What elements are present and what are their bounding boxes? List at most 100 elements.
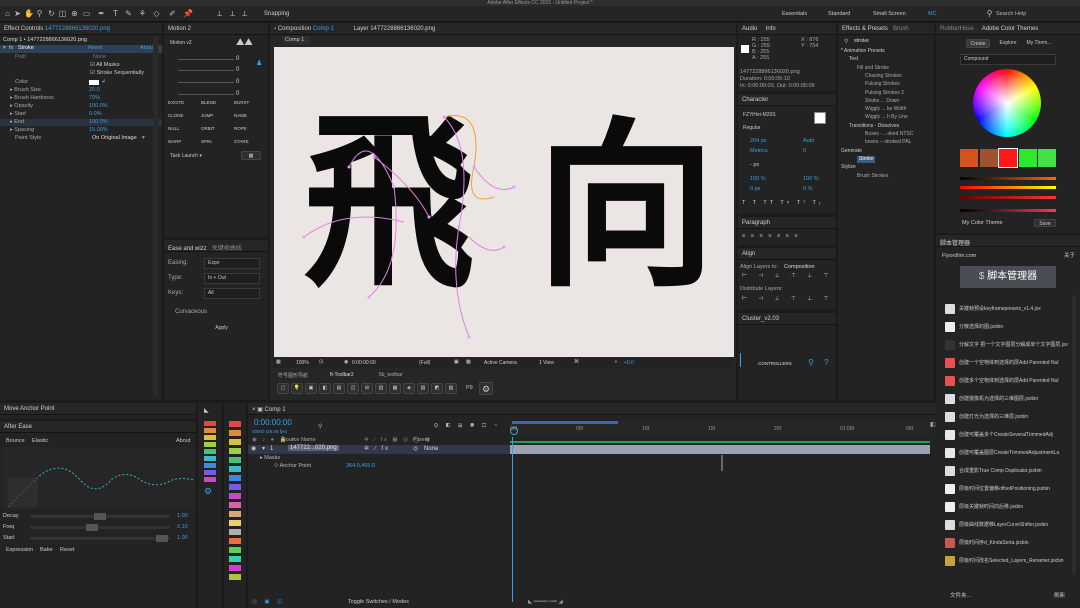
script-list-item[interactable]: 关键帧预设keyframepresets_v1.4.jsx <box>943 302 1073 316</box>
ease-wizz-tab2[interactable]: 关键帧曲线 <box>212 246 242 252</box>
param-value[interactable]: 79% <box>89 95 100 102</box>
toggle-switches-modes[interactable]: Toggle Switches / Modes <box>348 599 409 606</box>
tb2-icon-12[interactable]: ◩ <box>431 383 443 394</box>
apply-button[interactable]: Apply <box>199 324 244 334</box>
timeline-switch-icons[interactable]: ⛭ ◧ ⊞ ◉ ☐ ◔ <box>434 423 500 430</box>
workspace-essentials[interactable]: Essentials <box>782 11 807 17</box>
zoom-slider[interactable]: ◣ ━━━━○━━ ◢ <box>528 599 563 606</box>
motion-version-dropdown[interactable]: Motion v2 <box>167 39 231 48</box>
col-parent[interactable]: Parent <box>413 437 429 444</box>
align-to-dropdown[interactable]: Composition <box>784 264 815 271</box>
param-value[interactable]: 15.00% <box>89 127 108 134</box>
info-tab[interactable]: Info <box>766 26 776 32</box>
timeline-right-icons[interactable]: ◧ <box>930 421 936 428</box>
parent-dropdown[interactable]: None <box>424 446 438 452</box>
anchor-value[interactable]: 364.0,465.0 <box>346 463 375 470</box>
fx-icon[interactable]: fx <box>9 45 13 52</box>
tb2-icon-1[interactable]: ▢ <box>277 383 289 394</box>
tb2-icon-3[interactable]: ▣ <box>305 383 317 394</box>
expression-button[interactable]: Expression <box>6 547 33 554</box>
layer-name[interactable]: 147722...020.png <box>288 445 339 451</box>
toolbar2-tab-2[interactable]: ft-Toolbar2 <box>330 372 354 378</box>
clone-stamp-icon[interactable]: ⚘ <box>138 9 147 18</box>
composition-tab[interactable]: Composition <box>278 26 311 32</box>
palette-swatch[interactable] <box>204 435 216 440</box>
motion-button-jump[interactable]: JUMP <box>201 112 213 119</box>
gear-icon[interactable]: ⚙ <box>479 382 493 395</box>
tb2-icon-13[interactable]: ▨ <box>445 383 457 394</box>
param-value[interactable]: 20.0 <box>89 87 100 94</box>
freq-value[interactable]: 0.10 <box>177 524 188 531</box>
layer-duration-bar[interactable] <box>510 445 930 454</box>
tb2-icon-6[interactable]: ◫ <box>347 383 359 394</box>
leading-value[interactable]: Auto <box>803 138 814 145</box>
effects-tree-item[interactable]: Pulsing Strokes 2 <box>865 90 904 97</box>
paragraph-align-buttons[interactable]: ≡ ≡ ≡ ≡ ≡ ≡ ≡ <box>742 233 800 240</box>
motion-button-clone[interactable]: CLONE <box>168 112 184 119</box>
slider-1[interactable] <box>960 177 1056 180</box>
motion-button-stare[interactable]: STARE <box>234 138 249 145</box>
palette-swatch[interactable] <box>204 449 216 454</box>
masks-row[interactable]: ▸ Masks <box>260 455 280 462</box>
baseline-value[interactable]: 0 px <box>750 186 760 193</box>
explore-button[interactable]: Explore <box>996 39 1020 48</box>
pen-tool-icon[interactable]: ✒ <box>97 9 106 18</box>
toolbar2-tab-1[interactable]: 符号图形导航 <box>278 372 308 379</box>
resolution-dropdown[interactable]: (Full) <box>419 360 430 366</box>
elastic-tab[interactable]: Elastic <box>32 438 48 445</box>
script-list-item[interactable]: 层级时间序d_KindaSorta.jsxbin <box>943 536 1073 550</box>
timeline-comp-tab[interactable]: Comp 1 <box>265 407 286 413</box>
param-value[interactable]: 100.0% <box>89 103 108 110</box>
current-time[interactable]: 0:00:00:00 <box>352 360 376 366</box>
mc-badge[interactable]: MC <box>928 11 937 17</box>
effects-tree-item[interactable]: Text <box>849 56 858 63</box>
motion-value-2[interactable]: 0 <box>236 67 239 73</box>
stroke-width-value[interactable]: - px <box>750 162 759 169</box>
eyedropper-icon[interactable]: ⌿ <box>102 79 105 86</box>
color-swatch[interactable] <box>89 80 99 85</box>
controllers-label[interactable]: CONTROLLERS <box>758 360 792 367</box>
theme-swatch[interactable] <box>998 148 1018 168</box>
home-icon[interactable]: ⌂ <box>3 9 12 18</box>
paint-style-dropdown[interactable]: On Original Image <box>92 135 137 142</box>
label-swatch[interactable] <box>229 466 241 472</box>
path-value[interactable]: None <box>93 54 106 61</box>
comp-sub-tab[interactable]: Comp 1 <box>282 36 310 45</box>
layer-tab[interactable]: Layer 1477228866136020.png <box>354 26 436 32</box>
tb2-icon-8[interactable]: ▥ <box>375 383 387 394</box>
theme-swatch[interactable] <box>979 149 998 167</box>
theme-swatch[interactable] <box>1038 149 1056 167</box>
effects-tree-item[interactable]: Wiggly ... h By Line <box>865 114 908 121</box>
motion-button-burst[interactable]: BURST <box>234 99 249 106</box>
label-swatch[interactable] <box>229 556 241 562</box>
label-swatch[interactable] <box>229 565 241 571</box>
palette-swatch[interactable] <box>204 463 216 468</box>
tb2-icon-5[interactable]: ▤ <box>333 383 345 394</box>
work-area-bar[interactable] <box>512 421 618 424</box>
region-icon[interactable]: ▣ <box>454 359 459 365</box>
script-list-item[interactable]: 分解文字 把一个文字图层分解成单个文字图层.jsx <box>943 338 1073 352</box>
tb2-icon-9[interactable]: ▦ <box>389 383 401 394</box>
workspace-standard[interactable]: Standard <box>828 11 850 17</box>
effect-controls-scrollbar[interactable] <box>153 37 158 397</box>
effects-tree-item[interactable]: * Animation Presets <box>841 48 885 55</box>
theme-swatch[interactable] <box>960 149 978 167</box>
easing-slider-3[interactable] <box>178 82 234 83</box>
palette-swatch[interactable] <box>204 428 216 433</box>
effects-search-input[interactable]: stroke <box>854 38 869 45</box>
create-button[interactable]: Create <box>966 39 990 48</box>
tb2-icon-4[interactable]: ◧ <box>319 383 331 394</box>
start-slider[interactable] <box>30 535 170 542</box>
motion-value-1[interactable]: 0 <box>236 56 239 62</box>
label-swatch[interactable] <box>229 520 241 526</box>
start-thumb[interactable] <box>156 535 168 542</box>
tracking-value[interactable]: 0 <box>803 148 806 155</box>
script-list-item[interactable]: 创建灯光为选择的三维层.jsxbin <box>943 410 1073 424</box>
keys-dropdown[interactable]: All <box>204 288 260 299</box>
label-swatch[interactable] <box>229 448 241 454</box>
audio-tab[interactable]: Audio <box>742 26 757 32</box>
timeline-timecode[interactable]: 0:00:00:00 <box>254 419 292 427</box>
motion-value-3[interactable]: 0 <box>236 79 239 85</box>
param-value[interactable]: 0.0% <box>89 111 102 118</box>
effects-tree-item[interactable]: Transitions - Dissolves <box>849 123 899 130</box>
